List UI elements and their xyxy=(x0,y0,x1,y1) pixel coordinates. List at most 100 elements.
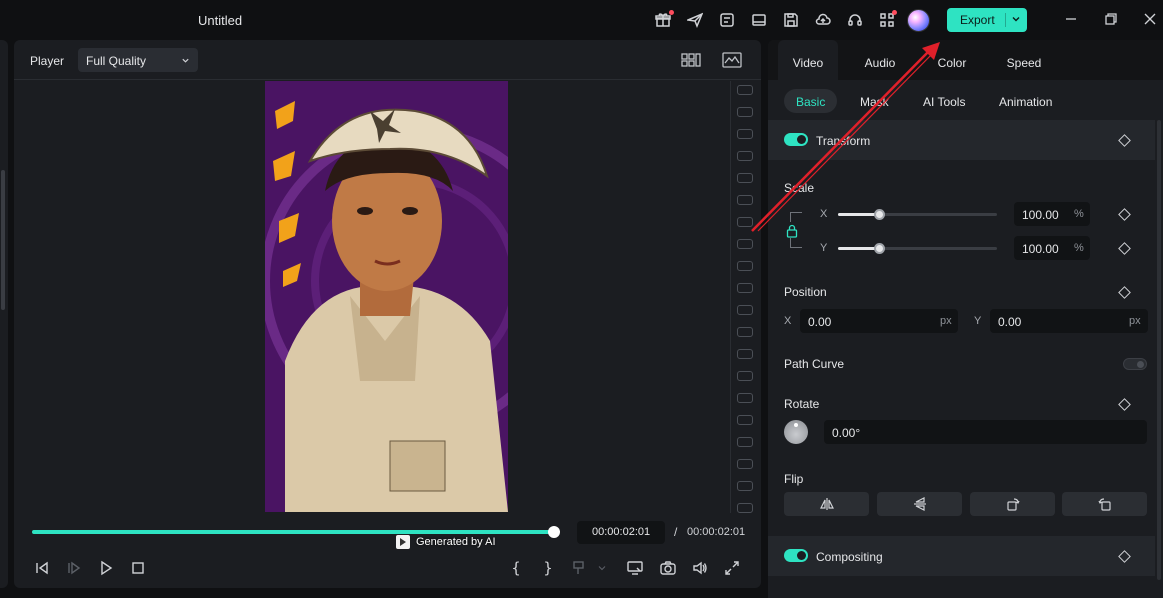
position-y-input[interactable]: 0.00 xyxy=(990,309,1148,333)
subtab-animation[interactable]: Animation xyxy=(987,89,1064,113)
export-label: Export xyxy=(960,13,995,27)
minimize-icon[interactable] xyxy=(1064,12,1078,26)
scale-y-slider[interactable] xyxy=(838,247,997,250)
frame-slot[interactable] xyxy=(737,283,753,293)
playhead-knob[interactable] xyxy=(548,526,560,538)
frame-slot[interactable] xyxy=(737,481,753,491)
position-x-value: 0.00 xyxy=(808,315,832,329)
flip-horizontal-button[interactable] xyxy=(784,492,869,516)
chevron-down-icon xyxy=(182,58,189,63)
play-icon[interactable] xyxy=(97,559,115,577)
scale-y-slider-knob[interactable] xyxy=(874,243,885,254)
mark-out-icon[interactable]: } xyxy=(539,559,557,577)
playback-progress-bar[interactable] xyxy=(32,530,554,534)
grid-view-icon[interactable] xyxy=(681,52,701,68)
subtab-basic[interactable]: Basic xyxy=(784,89,838,113)
frame-slot[interactable] xyxy=(737,327,753,337)
flip-horizontal-icon xyxy=(819,498,834,510)
tab-color[interactable]: Color xyxy=(922,40,982,80)
transform-title: Transform xyxy=(816,134,871,148)
transform-toggle[interactable] xyxy=(784,133,808,146)
total-time: 00:00:02:01 xyxy=(687,526,746,538)
keyframe-diamond-icon[interactable] xyxy=(1118,134,1131,147)
frame-slot[interactable] xyxy=(737,349,753,359)
frame-slot[interactable] xyxy=(737,129,753,139)
close-icon[interactable] xyxy=(1143,12,1157,26)
frame-slot[interactable] xyxy=(737,459,753,469)
next-frame-icon[interactable] xyxy=(65,559,83,577)
frame-slot[interactable] xyxy=(737,393,753,403)
chevron-down-icon[interactable] xyxy=(1010,13,1022,25)
tab-speed[interactable]: Speed xyxy=(994,40,1054,80)
keyframe-diamond-icon[interactable] xyxy=(1118,286,1131,299)
position-x-input[interactable]: 0.00 xyxy=(800,309,958,333)
property-subtabs: Basic Mask AI Tools Animation xyxy=(768,80,1163,120)
quality-dropdown[interactable]: Full Quality xyxy=(78,48,198,72)
scale-label: Scale xyxy=(784,181,815,195)
position-y-unit: px xyxy=(1129,315,1141,327)
snapshot-camera-icon[interactable] xyxy=(659,559,677,577)
frame-slot[interactable] xyxy=(737,261,753,271)
ai-assistant-orb-icon[interactable] xyxy=(907,9,930,32)
task-icon[interactable] xyxy=(718,11,736,29)
frame-slot[interactable] xyxy=(737,503,753,513)
video-canvas[interactable]: Generated by AI xyxy=(14,81,729,549)
left-panel-edge xyxy=(0,40,8,588)
frame-slot[interactable] xyxy=(737,415,753,425)
keyframe-diamond-icon[interactable] xyxy=(1118,550,1131,563)
stop-icon[interactable] xyxy=(129,559,147,577)
save-icon[interactable] xyxy=(782,11,800,29)
scale-x-slider-knob[interactable] xyxy=(874,209,885,220)
send-icon[interactable] xyxy=(686,11,704,29)
rotate-input[interactable]: 0.00° xyxy=(824,420,1147,444)
frame-slot[interactable] xyxy=(737,173,753,183)
tab-audio[interactable]: Audio xyxy=(850,40,910,80)
frame-slot[interactable] xyxy=(737,85,753,95)
insert-marker-icon[interactable] xyxy=(571,559,589,577)
ai-watermark: Generated by AI xyxy=(396,533,496,551)
keyframe-diamond-icon[interactable] xyxy=(1118,242,1131,255)
path-curve-toggle[interactable] xyxy=(1123,358,1147,370)
frame-slot[interactable] xyxy=(737,195,753,205)
properties-scrollbar[interactable] xyxy=(1157,120,1161,580)
chevron-down-icon[interactable] xyxy=(596,559,608,577)
restore-icon[interactable] xyxy=(1104,12,1118,26)
prev-frame-icon[interactable] xyxy=(33,559,51,577)
headset-icon[interactable] xyxy=(846,11,864,29)
mark-in-icon[interactable]: { xyxy=(507,559,525,577)
frame-slot[interactable] xyxy=(737,371,753,381)
display-settings-icon[interactable] xyxy=(626,559,644,577)
rotate-label: Rotate xyxy=(784,397,820,411)
frame-slot[interactable] xyxy=(737,151,753,161)
video-frame-portrait xyxy=(265,81,508,512)
layout-icon[interactable] xyxy=(750,11,768,29)
lock-icon[interactable] xyxy=(786,224,798,238)
export-button[interactable]: Export xyxy=(947,8,1027,32)
frame-strip xyxy=(730,81,761,513)
frame-slot[interactable] xyxy=(737,239,753,249)
frame-slot[interactable] xyxy=(737,217,753,227)
flip-vertical-button[interactable] xyxy=(877,492,962,516)
keyframe-diamond-icon[interactable] xyxy=(1118,398,1131,411)
cloud-upload-icon[interactable] xyxy=(814,11,832,29)
subtab-ai-tools[interactable]: AI Tools xyxy=(911,89,977,113)
fullscreen-icon[interactable] xyxy=(723,559,741,577)
quality-value: Full Quality xyxy=(86,54,147,68)
tab-video[interactable]: Video xyxy=(778,40,838,80)
rotate-clockwise-button[interactable] xyxy=(970,492,1055,516)
image-preview-icon[interactable] xyxy=(722,52,742,68)
current-time-field[interactable]: 00:00:02:01 xyxy=(577,521,665,544)
compositing-toggle[interactable] xyxy=(784,549,808,562)
frame-slot[interactable] xyxy=(737,305,753,315)
rotate-counterclockwise-button[interactable] xyxy=(1062,492,1147,516)
keyframe-diamond-icon[interactable] xyxy=(1118,208,1131,221)
left-scrollbar[interactable] xyxy=(1,170,5,310)
scale-x-slider[interactable] xyxy=(838,213,997,216)
subtab-mask[interactable]: Mask xyxy=(848,89,901,113)
frame-slot[interactable] xyxy=(737,437,753,447)
frame-slot[interactable] xyxy=(737,107,753,117)
rotate-dial[interactable] xyxy=(784,420,808,444)
compositing-section-header[interactable]: Compositing xyxy=(768,536,1155,576)
volume-icon[interactable] xyxy=(691,559,709,577)
transform-section-header[interactable]: Transform xyxy=(768,120,1155,160)
